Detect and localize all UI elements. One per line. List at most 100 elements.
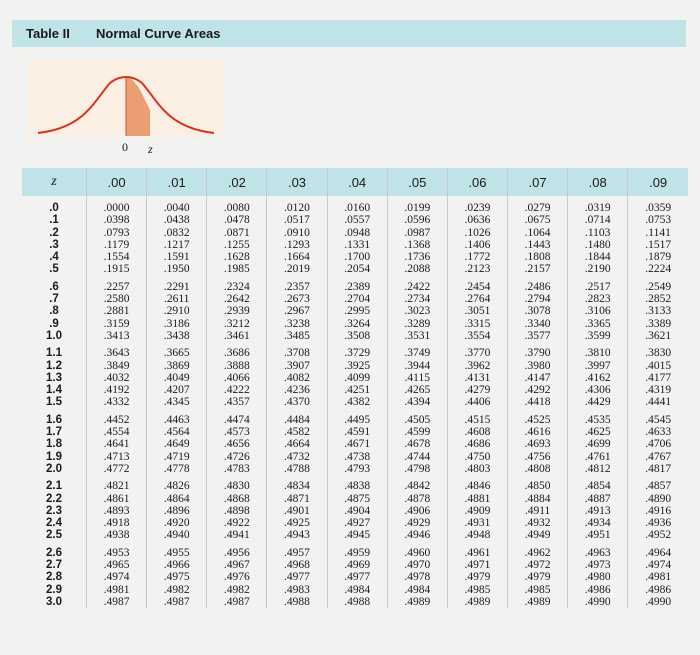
area-cell: .4857 — [627, 475, 688, 493]
area-cell: .4943 — [266, 529, 328, 542]
area-cell: .4192 — [85, 384, 147, 397]
z-label: z — [148, 142, 153, 156]
area-cell: .1879 — [627, 251, 688, 264]
area-cell: .4222 — [206, 384, 267, 397]
area-cell: .4772 — [85, 462, 147, 476]
area-cell: .4973 — [567, 559, 628, 572]
area-cell: .4686 — [446, 438, 508, 451]
area-cell: .4989 — [446, 595, 508, 609]
z-value-cell: .6 — [49, 280, 59, 293]
area-cell: .4957 — [266, 541, 328, 560]
area-cell: .4319 — [627, 384, 688, 397]
area-cell: .4838 — [326, 475, 388, 493]
area-cell: .4904 — [326, 504, 388, 518]
area-cell: .0160 — [326, 196, 388, 215]
area-cell: .1554 — [85, 251, 147, 264]
area-cell: .4982 — [146, 583, 207, 596]
area-cell: .4515 — [446, 408, 508, 427]
area-cell: .4744 — [386, 450, 448, 463]
z-value-cell: .2 — [49, 226, 59, 239]
table-row: .7 .2580.2611.2642.2673.2704.2734.2764.27… — [22, 293, 688, 306]
area-cell: .2357 — [266, 275, 328, 294]
area-cell: .4922 — [206, 517, 267, 530]
area-cell: .4115 — [386, 371, 448, 385]
area-cell: .4726 — [206, 450, 267, 463]
table-row: 1.8.4641.4649.4656.4664.4671.4678.4686.4… — [22, 438, 688, 451]
area-cell: .4875 — [326, 492, 388, 505]
table-row: 2.5.4938.4940.4941.4943.4945.4946.4948.4… — [22, 529, 688, 542]
area-cell: .4986 — [627, 583, 688, 596]
area-cell: .0000 — [85, 196, 147, 215]
z-value-cell: .1 — [49, 214, 59, 227]
area-cell: .4961 — [446, 541, 508, 560]
area-cell: .4890 — [627, 492, 688, 505]
area-cell: .2257 — [85, 275, 147, 294]
area-cell: .1915 — [85, 263, 147, 276]
area-cell: .4974 — [627, 559, 688, 572]
area-cell: .0199 — [386, 196, 448, 215]
table-header-bar: Table II Normal Curve Areas — [12, 20, 686, 47]
table-row: .4.1554.1591.1628.1664.1700.1736.1772.18… — [22, 251, 688, 264]
area-cell: .4798 — [386, 462, 448, 476]
area-cell: .4608 — [446, 426, 508, 439]
area-cell: .4966 — [146, 559, 207, 572]
area-cell: .4554 — [85, 426, 147, 439]
z-value-cell: 3.0 — [46, 595, 62, 608]
area-cell: .4332 — [85, 396, 147, 409]
area-cell: .2642 — [206, 293, 267, 306]
area-cell: .4978 — [386, 571, 448, 584]
z-value-cell: 1.9 — [46, 450, 62, 463]
area-cell: .3289 — [386, 317, 448, 330]
z-value-cell: 2.0 — [46, 462, 62, 475]
area-cell: .0714 — [567, 214, 628, 227]
area-cell: .4306 — [567, 384, 628, 397]
area-cell: .4979 — [446, 571, 508, 584]
area-cell: .4719 — [146, 450, 207, 463]
area-cell: .3830 — [627, 342, 688, 360]
area-cell: .0675 — [506, 214, 568, 227]
area-cell: .4971 — [446, 559, 508, 572]
area-cell: .2088 — [386, 263, 448, 276]
area-cell: .3962 — [446, 359, 508, 372]
area-cell: .3925 — [326, 359, 388, 372]
z-value-cell: .5 — [49, 263, 59, 276]
area-cell: .4564 — [146, 426, 207, 439]
table-row: 1.3.4032.4049.4066.4082.4099.4115.4131.4… — [22, 371, 688, 385]
z-value-cell: 2.1 — [46, 480, 62, 493]
table-row: 2.0.4772.4778.4783.4788.4793.4798.4803.4… — [22, 462, 688, 476]
area-cell: .3621 — [627, 329, 688, 343]
area-cell: .4664 — [266, 438, 328, 451]
area-cell: .4881 — [446, 492, 508, 505]
area-cell: .3461 — [206, 329, 267, 343]
area-cell: .4982 — [206, 583, 267, 596]
column-header: .06 — [446, 168, 508, 196]
area-cell: .4987 — [206, 595, 267, 609]
area-cell: .3577 — [506, 329, 568, 343]
area-cell: .3888 — [206, 359, 267, 372]
column-header: .09 — [627, 168, 688, 196]
area-cell: .3186 — [146, 317, 207, 330]
area-cell: .4788 — [266, 462, 328, 476]
area-cell: .3554 — [446, 329, 508, 343]
table-row: 2.6.4953.4955.4956.4957.4959.4960.4961.4… — [22, 541, 688, 560]
z-value-cell: .4 — [49, 251, 59, 264]
area-cell: .4279 — [446, 384, 508, 397]
area-cell: .4573 — [206, 426, 267, 439]
area-cell: .2019 — [266, 263, 328, 276]
area-cell: .4974 — [85, 571, 147, 584]
table-row: 1.0.3413.3438.3461.3485.3508.3531.3554.3… — [22, 329, 688, 343]
area-cell: .1808 — [506, 251, 568, 264]
area-cell: .2054 — [326, 263, 388, 276]
area-cell: .4953 — [85, 541, 147, 560]
table-body: .0 .0000.0040.0080.0120.0160.0199.0239.02… — [22, 196, 688, 609]
table-row: 2.4.4918.4920.4922.4925.4927.4929.4931.4… — [22, 517, 688, 530]
area-cell: .4985 — [446, 583, 508, 596]
area-cell: .4887 — [567, 492, 628, 505]
area-cell: .4965 — [85, 559, 147, 572]
area-cell: .4927 — [326, 517, 388, 530]
area-cell: .4484 — [266, 408, 328, 427]
z-value-cell: .8 — [49, 305, 59, 318]
area-cell: .4370 — [266, 396, 328, 409]
area-cell: .4671 — [326, 438, 388, 451]
area-cell: .4987 — [146, 595, 207, 609]
